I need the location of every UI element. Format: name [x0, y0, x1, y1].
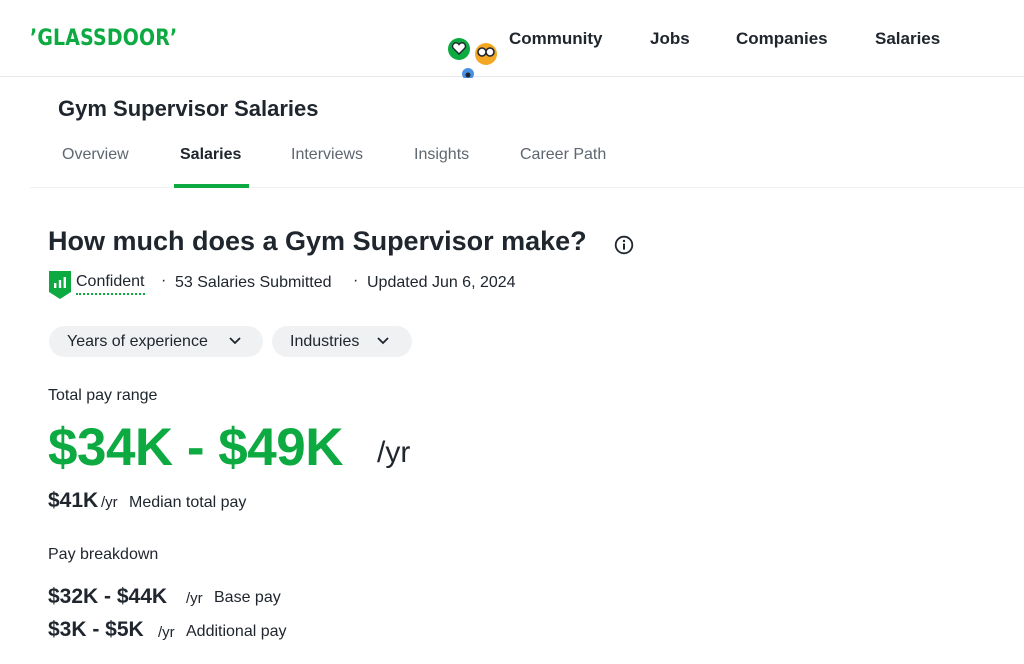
median-pay-value: $41K — [48, 489, 99, 512]
info-icon[interactable] — [614, 235, 634, 255]
median-pay-label: Median total pay — [129, 494, 247, 511]
occupation-title: Gym Supervisor Salaries — [58, 96, 319, 121]
salary-heading: How much does a Gym Supervisor make? — [48, 226, 587, 256]
chevron-down-icon — [229, 337, 241, 345]
separator-dot: · — [353, 272, 359, 289]
total-pay-unit: /yr — [377, 436, 411, 469]
base-pay-unit: /yr — [186, 590, 203, 607]
nav-jobs[interactable]: Jobs — [650, 29, 690, 49]
active-tab-indicator — [174, 184, 249, 188]
nav-companies[interactable]: Companies — [736, 29, 828, 49]
nav-salaries[interactable]: Salaries — [875, 29, 940, 49]
chevron-down-icon — [377, 337, 389, 345]
updated-date: Updated Jun 6, 2024 — [367, 274, 516, 291]
total-pay-range: $34K - $49K — [48, 418, 344, 477]
base-pay-range: $32K - $44K — [48, 585, 168, 608]
tab-interviews[interactable]: Interviews — [291, 146, 363, 164]
glassdoor-logo[interactable]: ’GLASSDOOR’ — [30, 26, 177, 51]
additional-pay-range: $3K - $5K — [48, 618, 144, 641]
median-pay-unit: /yr — [101, 494, 118, 511]
base-pay-label: Base pay — [214, 589, 281, 606]
filter-label: Industries — [290, 333, 360, 350]
additional-pay-unit: /yr — [158, 624, 175, 641]
filter-industries[interactable]: Industries — [272, 326, 412, 357]
community-mascot-icons — [448, 38, 497, 78]
filter-label: Years of experience — [67, 333, 208, 350]
nav-community[interactable]: Community — [509, 29, 603, 49]
additional-pay-label: Additional pay — [186, 623, 287, 640]
tab-salaries[interactable]: Salaries — [180, 146, 241, 164]
confidence-badge-icon — [49, 271, 71, 299]
tab-career-path[interactable]: Career Path — [520, 146, 606, 164]
pay-breakdown-label: Pay breakdown — [48, 546, 159, 563]
filter-years-of-experience[interactable]: Years of experience — [49, 326, 263, 357]
top-navigation: ’GLASSDOOR’ Community Jobs Companies Sal… — [0, 0, 1024, 78]
tab-insights[interactable]: Insights — [414, 146, 469, 164]
total-pay-label: Total pay range — [48, 387, 158, 404]
salaries-submitted: 53 Salaries Submitted — [175, 274, 332, 291]
tab-overview[interactable]: Overview — [62, 146, 129, 164]
confidence-label[interactable]: Confident — [76, 273, 145, 295]
separator-dot: · — [161, 272, 167, 289]
